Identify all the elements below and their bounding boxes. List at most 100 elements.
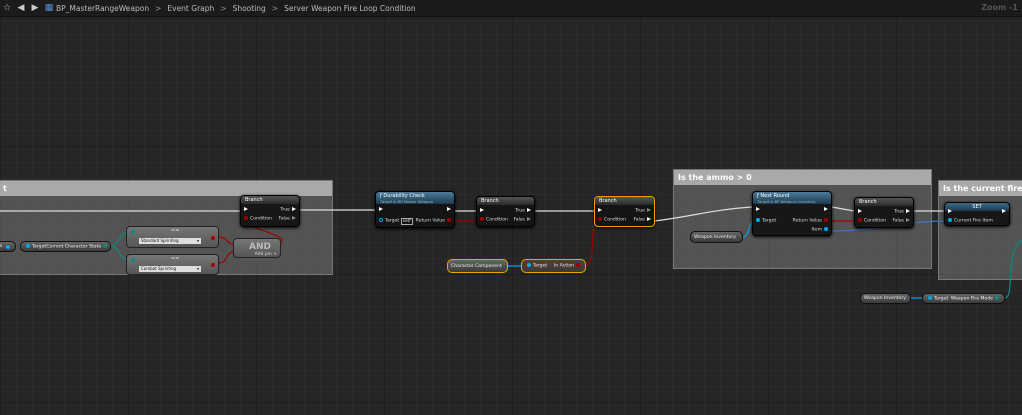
pin-label: False bbox=[892, 218, 904, 224]
condition-pin[interactable] bbox=[244, 216, 248, 220]
bool-pin[interactable] bbox=[576, 263, 580, 268]
get-current-character-state-node[interactable]: Target Current Character State bbox=[20, 241, 111, 252]
pin-label: Target bbox=[533, 263, 548, 269]
pin-label: Condition bbox=[864, 218, 886, 224]
var-label: Weapon Inventory bbox=[694, 234, 736, 240]
branch-node-durability[interactable]: Branch True Condition False bbox=[476, 196, 535, 227]
target-pin[interactable] bbox=[756, 218, 760, 222]
operator-label: == bbox=[171, 228, 180, 234]
branch-node-in-action[interactable]: Branch True Condition False bbox=[594, 196, 655, 227]
bool-out-pin[interactable] bbox=[211, 236, 215, 240]
pin-label: True bbox=[280, 207, 290, 213]
exec-false-pin[interactable] bbox=[647, 217, 651, 221]
variable-node-cut[interactable]: rs bbox=[0, 241, 16, 252]
pin-label: Current Character State bbox=[46, 244, 102, 250]
pin-label: Target bbox=[32, 244, 47, 250]
item-pin[interactable] bbox=[824, 227, 828, 231]
enum-pin[interactable] bbox=[131, 258, 135, 262]
value-pin[interactable] bbox=[948, 218, 952, 222]
pin-label: Item bbox=[811, 227, 822, 233]
dropdown-value: Combat Sprinting bbox=[141, 266, 177, 271]
exec-true-pin[interactable] bbox=[292, 207, 296, 211]
enum-pin[interactable] bbox=[131, 230, 135, 234]
dropdown-value: Standard Sprinting bbox=[141, 238, 179, 243]
var-label: Character Component bbox=[451, 263, 502, 269]
exec-false-pin[interactable] bbox=[292, 216, 296, 220]
condition-pin[interactable] bbox=[480, 217, 484, 221]
weapon-inventory-node[interactable]: Weapon Inventory bbox=[690, 231, 743, 243]
pin-label: Current Fire Item bbox=[954, 218, 993, 224]
exec-false-pin[interactable] bbox=[527, 217, 531, 221]
exec-in-pin[interactable] bbox=[756, 207, 760, 211]
exec-in-pin[interactable] bbox=[948, 209, 952, 213]
plus-icon: + bbox=[273, 252, 277, 257]
pin-label: Weapon Fire Mode bbox=[950, 296, 993, 302]
operator-label: == bbox=[171, 256, 180, 262]
and-node[interactable]: AND Add pin + bbox=[233, 238, 281, 258]
pin-label: True bbox=[515, 208, 525, 214]
pin-label: Target bbox=[385, 218, 400, 224]
pin-label: True bbox=[894, 209, 904, 215]
weapon-inventory-node-2[interactable]: Weapon Inventory bbox=[860, 293, 911, 304]
pin-label: Target bbox=[762, 218, 777, 224]
exec-in-pin[interactable] bbox=[598, 208, 602, 212]
exec-true-pin[interactable] bbox=[527, 208, 531, 212]
pin-label: Target bbox=[934, 296, 949, 302]
chevron-down-icon: ▾ bbox=[196, 266, 199, 271]
branch-node-ammo[interactable]: Branch True Condition False bbox=[854, 197, 914, 228]
node-subtitle: Target is BP Weapon Inventory bbox=[757, 199, 816, 204]
node-title: Branch bbox=[855, 198, 913, 206]
exec-false-pin[interactable] bbox=[906, 218, 910, 222]
pin-label: Condition bbox=[250, 216, 272, 222]
add-pin-label: Add pin bbox=[254, 252, 272, 257]
exec-in-pin[interactable] bbox=[379, 207, 383, 211]
condition-pin[interactable] bbox=[598, 217, 602, 221]
pin-label: False bbox=[513, 217, 525, 223]
set-current-fire-item-node[interactable]: SET Current Fire Item bbox=[944, 202, 1010, 226]
exec-in-pin[interactable] bbox=[244, 207, 248, 211]
object-pin[interactable] bbox=[6, 244, 10, 249]
exec-in-pin[interactable] bbox=[858, 209, 862, 213]
enum-dropdown[interactable]: Combat Sprinting ▾ bbox=[139, 266, 201, 272]
var-label: Weapon Inventory bbox=[864, 296, 906, 301]
return-pin[interactable] bbox=[824, 218, 828, 222]
enum-pin[interactable] bbox=[995, 295, 999, 300]
pin-label: True bbox=[635, 208, 645, 214]
node-title: Branch bbox=[477, 197, 534, 205]
return-pin[interactable] bbox=[447, 218, 451, 222]
exec-true-pin[interactable] bbox=[647, 208, 651, 212]
pin-label: Return Value bbox=[792, 218, 822, 224]
add-pin-button[interactable]: Add pin + bbox=[255, 252, 277, 257]
node-title: AND bbox=[249, 242, 271, 252]
exec-out-pin[interactable] bbox=[1002, 209, 1006, 213]
enum-pin[interactable] bbox=[103, 243, 108, 248]
pin-label: In Action bbox=[553, 263, 574, 269]
equal-enum-node-standard[interactable]: == Standard Sprinting ▾ bbox=[126, 226, 219, 248]
exec-out-pin[interactable] bbox=[447, 207, 451, 211]
next-round-node[interactable]: ƒ Next Round Target is BP Weapon Inventor… bbox=[752, 191, 832, 236]
exec-true-pin[interactable] bbox=[906, 209, 910, 213]
condition-pin[interactable] bbox=[858, 218, 862, 222]
node-title: Branch bbox=[595, 197, 654, 205]
self-field[interactable]: self bbox=[400, 217, 413, 225]
pin-label: False bbox=[278, 216, 290, 222]
exec-out-pin[interactable] bbox=[824, 207, 828, 211]
chevron-down-icon: ▾ bbox=[196, 238, 199, 243]
enum-dropdown[interactable]: Standard Sprinting ▾ bbox=[139, 238, 201, 244]
exec-in-pin[interactable] bbox=[480, 208, 484, 212]
character-component-node[interactable]: Character Component bbox=[447, 259, 508, 273]
bool-out-pin[interactable] bbox=[211, 263, 215, 267]
target-pin[interactable] bbox=[379, 218, 383, 222]
equal-enum-node-combat[interactable]: == Combat Sprinting ▾ bbox=[126, 254, 219, 275]
node-title: Branch bbox=[241, 196, 299, 204]
pin-label: False bbox=[633, 217, 645, 223]
get-in-action-node[interactable]: Target In Action bbox=[521, 259, 586, 273]
durability-check-node[interactable]: ƒ Durability Check Target is BP Master We… bbox=[375, 191, 455, 228]
target-pin[interactable] bbox=[928, 295, 932, 300]
target-pin[interactable] bbox=[527, 263, 531, 268]
var-label: rs bbox=[0, 244, 3, 249]
get-weapon-fire-mode-node[interactable]: Target Weapon Fire Mode bbox=[922, 293, 1005, 304]
target-pin[interactable] bbox=[26, 243, 30, 248]
pin-label: Condition bbox=[486, 217, 508, 223]
branch-node-sprint[interactable]: Branch True Condition False bbox=[240, 195, 300, 227]
